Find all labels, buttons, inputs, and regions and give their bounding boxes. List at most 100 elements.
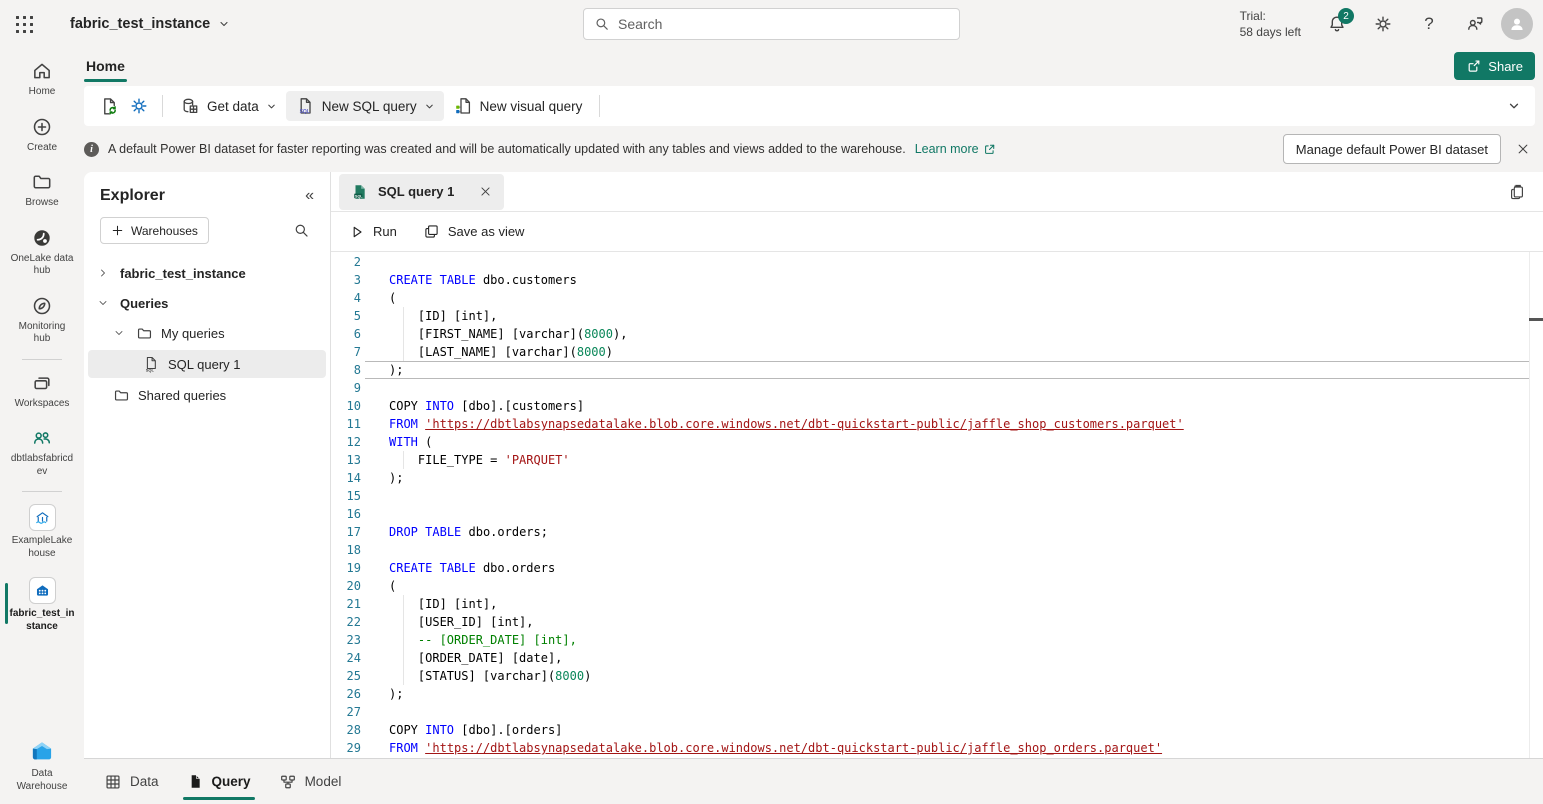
- tree-item-sql-query-1[interactable]: SQLSQL query 1: [88, 350, 326, 378]
- code-line-25[interactable]: 25 [STATUS] [varchar](8000): [331, 667, 1543, 685]
- code-line-3[interactable]: 3CREATE TABLE dbo.customers: [331, 271, 1543, 289]
- code-line-19[interactable]: 19CREATE TABLE dbo.orders: [331, 559, 1543, 577]
- code-line-15[interactable]: 15: [331, 487, 1543, 505]
- workspace-title-dropdown[interactable]: fabric_test_instance: [70, 16, 230, 32]
- home-icon: [31, 60, 53, 82]
- code-line-5[interactable]: 5 [ID] [int],: [331, 307, 1543, 325]
- code-line-29[interactable]: 29FROM 'https://dbtlabsynapsedatalake.bl…: [331, 739, 1543, 757]
- code-line-12[interactable]: 12WITH (: [331, 433, 1543, 451]
- explorer-search-icon[interactable]: [293, 222, 310, 239]
- learn-more-link[interactable]: Learn more: [915, 142, 996, 156]
- code-line-23[interactable]: 23 -- [ORDER_DATE] [int],: [331, 631, 1543, 649]
- nav-rail-item-fabric-test-instance[interactable]: fabric_test_instance: [0, 569, 84, 642]
- chevron-down-icon[interactable]: [113, 327, 125, 339]
- collapse-ribbon-chevron[interactable]: [1507, 99, 1521, 113]
- code-line-20[interactable]: 20(: [331, 577, 1543, 595]
- line-number: 16: [331, 505, 365, 523]
- line-content: [LAST_NAME] [varchar](8000): [365, 343, 1543, 361]
- feedback-button[interactable]: [1455, 4, 1495, 44]
- code-line-10[interactable]: 10COPY INTO [dbo].[customers]: [331, 397, 1543, 415]
- help-button[interactable]: ?: [1409, 4, 1449, 44]
- line-content: (: [365, 289, 1543, 307]
- code-line-28[interactable]: 28COPY INTO [dbo].[orders]: [331, 721, 1543, 739]
- manage-default-dataset-button[interactable]: Manage default Power BI dataset: [1283, 134, 1501, 164]
- avatar[interactable]: [1501, 8, 1533, 40]
- copy-icon[interactable]: [1503, 178, 1531, 206]
- view-tab-model[interactable]: Model: [275, 759, 346, 804]
- get-data-button[interactable]: Get data: [171, 91, 286, 121]
- sql-code-editor[interactable]: 23CREATE TABLE dbo.customers4(5 [ID] [in…: [331, 252, 1543, 758]
- add-warehouses-button[interactable]: Warehouses: [100, 217, 209, 244]
- search-input[interactable]: [618, 16, 949, 32]
- app-launcher-button[interactable]: [0, 0, 48, 48]
- tree-item-fabric-test-instance[interactable]: fabric_test_instance: [88, 260, 326, 286]
- tree-item-shared-queries[interactable]: Shared queries: [88, 382, 326, 408]
- trial-status: Trial: 58 days left: [1240, 8, 1301, 40]
- new-visual-query-button[interactable]: New visual query: [444, 91, 592, 121]
- svg-text:SQL: SQL: [146, 367, 155, 372]
- trial-label: Trial:: [1240, 8, 1301, 24]
- nav-rail-item-create[interactable]: Create: [0, 108, 84, 164]
- collapse-explorer-icon[interactable]: «: [305, 188, 314, 204]
- refresh-button[interactable]: [94, 91, 124, 121]
- code-line-6[interactable]: 6 [FIRST_NAME] [varchar](8000),: [331, 325, 1543, 343]
- nav-rail-item-label: Browse: [9, 197, 75, 210]
- code-line-2[interactable]: 2: [331, 253, 1543, 271]
- view-tab-label: Query: [212, 774, 251, 789]
- sql-file-outline-icon: SQL: [142, 355, 160, 373]
- tab-home[interactable]: Home: [84, 54, 127, 78]
- line-content: [FIRST_NAME] [varchar](8000),: [365, 325, 1543, 343]
- tab-sql-query-1[interactable]: SQL SQL query 1: [339, 174, 504, 210]
- code-line-26[interactable]: 26);: [331, 685, 1543, 703]
- nav-rail-item-data-warehouse[interactable]: Data Warehouse: [0, 730, 84, 802]
- view-tab-query[interactable]: Query: [183, 759, 255, 804]
- code-line-13[interactable]: 13 FILE_TYPE = 'PARQUET': [331, 451, 1543, 469]
- code-line-7[interactable]: 7 [LAST_NAME] [varchar](8000): [331, 343, 1543, 361]
- chevron-down-icon[interactable]: [97, 297, 109, 309]
- line-content: [365, 505, 1543, 523]
- scrollbar-cursor-marker: [1529, 318, 1543, 321]
- code-line-18[interactable]: 18: [331, 541, 1543, 559]
- nav-rail-item-browse[interactable]: Browse: [0, 163, 84, 219]
- line-content: FROM 'https://dbtlabsynapsedatalake.blob…: [365, 739, 1543, 757]
- code-line-24[interactable]: 24 [ORDER_DATE] [date],: [331, 649, 1543, 667]
- code-line-14[interactable]: 14);: [331, 469, 1543, 487]
- code-line-9[interactable]: 9: [331, 379, 1543, 397]
- close-banner-button[interactable]: [1513, 139, 1533, 159]
- settings-button[interactable]: [1363, 4, 1403, 44]
- share-button[interactable]: Share: [1454, 52, 1535, 80]
- code-line-11[interactable]: 11FROM 'https://dbtlabsynapsedatalake.bl…: [331, 415, 1543, 433]
- code-line-22[interactable]: 22 [USER_ID] [int],: [331, 613, 1543, 631]
- nav-rail-item-home[interactable]: Home: [0, 52, 84, 108]
- code-line-17[interactable]: 17DROP TABLE dbo.orders;: [331, 523, 1543, 541]
- warehouse-settings-button[interactable]: [124, 91, 154, 121]
- nav-rail-item-workspaces[interactable]: Workspaces: [0, 364, 84, 420]
- data-grid-icon: [104, 773, 122, 791]
- code-line-16[interactable]: 16: [331, 505, 1543, 523]
- line-number: 6: [331, 325, 365, 343]
- code-line-4[interactable]: 4(: [331, 289, 1543, 307]
- visual-query-icon: [453, 96, 473, 116]
- chevron-right-icon[interactable]: [97, 267, 109, 279]
- line-content: (: [365, 577, 1543, 595]
- tree-item-queries[interactable]: Queries: [88, 290, 326, 316]
- code-line-21[interactable]: 21 [ID] [int],: [331, 595, 1543, 613]
- nav-rail-item-onelake-data-hub[interactable]: OneLake data hub: [0, 219, 84, 287]
- line-number: 28: [331, 721, 365, 739]
- editor-scrollbar[interactable]: [1529, 252, 1543, 758]
- notifications-button[interactable]: 2: [1317, 4, 1357, 44]
- run-label: Run: [373, 224, 397, 239]
- code-line-27[interactable]: 27: [331, 703, 1543, 721]
- run-button[interactable]: Run: [339, 217, 407, 247]
- view-tab-data[interactable]: Data: [100, 759, 163, 804]
- close-tab-icon[interactable]: [479, 185, 492, 198]
- nav-rail-item-examplelakehouse[interactable]: ExampleLakehouse: [0, 496, 84, 569]
- view-tab-label: Model: [305, 774, 342, 789]
- nav-rail-item-monitoring-hub[interactable]: Monitoring hub: [0, 287, 84, 355]
- save-as-view-button[interactable]: Save as view: [413, 217, 535, 247]
- new-sql-query-button[interactable]: SQL New SQL query: [286, 91, 444, 121]
- nav-rail-item-dbtlabsfabricdev[interactable]: dbtlabsfabricdev: [0, 419, 84, 487]
- code-line-8[interactable]: 8);: [331, 361, 1543, 379]
- tree-item-my-queries[interactable]: My queries: [88, 320, 326, 346]
- line-number: 13: [331, 451, 365, 469]
